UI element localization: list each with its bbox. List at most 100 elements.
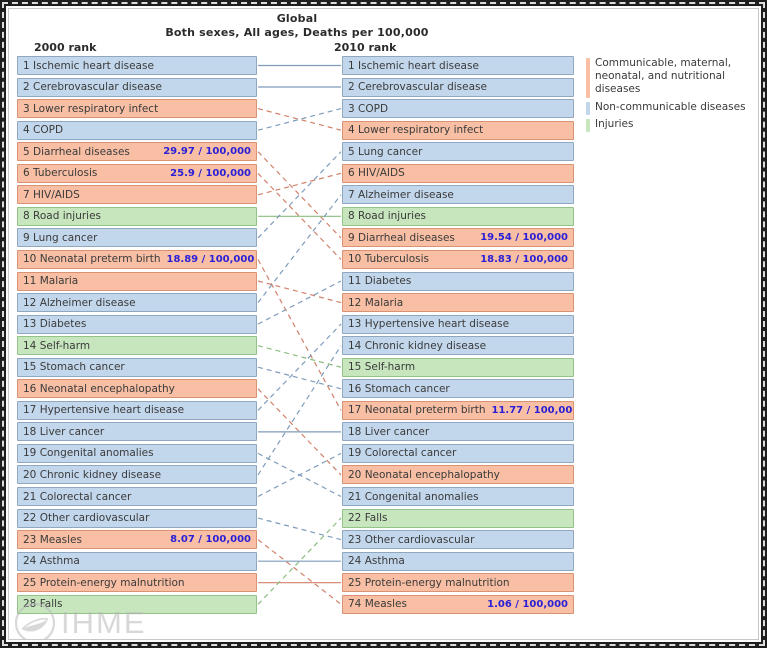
screenshot-root: Global Both sexes, All ages, Deaths per … <box>0 0 767 648</box>
rank-row-right[interactable]: 12 Malaria <box>342 293 574 313</box>
legend-label: Non-communicable diseases <box>595 101 746 113</box>
rank-row-right[interactable]: 10 Tuberculosis 18.83 / 100,000 <box>342 249 574 269</box>
rank-row-right[interactable]: 24 Asthma <box>342 551 574 571</box>
rank-row-right[interactable]: 4 Lower respiratory infect <box>342 120 574 140</box>
rank-row-left[interactable]: 14 Self-harm <box>17 336 257 356</box>
rank-row-left[interactable]: 23 Measles 8.07 / 100,000 <box>17 530 257 550</box>
rank-row-right[interactable]: 11 Diabetes <box>342 271 574 291</box>
rank-row-left[interactable]: 2 Cerebrovascular disease <box>17 77 257 97</box>
rank-row-label: 7 HIV/AIDS <box>23 188 80 201</box>
rank-link-line <box>257 280 342 325</box>
rank-row-label: 13 Hypertensive heart disease <box>348 318 510 331</box>
rank-row-label: 7 Alzheimer disease <box>348 188 454 201</box>
rank-row-left[interactable]: 5 Diarrheal diseases 29.97 / 100,000 <box>17 142 257 162</box>
rank-row-right[interactable]: 5 Lung cancer <box>342 142 574 162</box>
rank-row-left[interactable]: 18 Liver cancer <box>17 422 257 442</box>
rank-row-value: 11.77 / 100,000 <box>491 404 574 416</box>
rank-row-label: 20 Chronic kidney disease <box>23 468 162 481</box>
rank-row-right[interactable]: 22 Falls <box>342 508 574 528</box>
rank-row-right[interactable]: 17 Neonatal preterm birth 11.77 / 100,000 <box>342 400 574 420</box>
rank-row-label: 10 Tuberculosis <box>348 253 430 266</box>
rank-row-right[interactable]: 9 Diarrheal diseases 19.54 / 100,000 <box>342 228 574 248</box>
rank-row-label: 2 Cerebrovascular disease <box>23 81 162 94</box>
rank-row-right[interactable]: 21 Congenital anomalies <box>342 487 574 506</box>
rank-row-right[interactable]: 2 Cerebrovascular disease <box>342 77 574 97</box>
chart-canvas: Global Both sexes, All ages, Deaths per … <box>8 8 759 640</box>
rank-row-label: 23 Measles <box>23 533 82 546</box>
legend-item-communicable[interactable]: Communicable, maternal, neonatal, and nu… <box>586 57 758 98</box>
rank-row-left[interactable]: 1 Ischemic heart disease <box>17 56 257 75</box>
rank-row-right[interactable]: 25 Protein-energy malnutrition <box>342 573 574 593</box>
rank-row-right[interactable]: 3 COPD <box>342 99 574 119</box>
rank-row-left[interactable]: 16 Neonatal encephalopathy <box>17 379 257 399</box>
legend: Communicable, maternal, neonatal, and nu… <box>586 57 758 135</box>
rank-row-value: 1.06 / 100,000 <box>487 598 568 610</box>
legend-swatch-icon <box>586 58 590 98</box>
rank-link-line <box>257 517 342 605</box>
rank-row-right[interactable]: 8 Road injuries <box>342 206 574 226</box>
rank-link-line <box>257 388 342 476</box>
rank-row-label: 19 Colorectal cancer <box>348 447 457 460</box>
rank-link-line <box>257 151 342 239</box>
rank-row-left[interactable]: 10 Neonatal preterm birth 18.89 / 100,000 <box>17 249 257 269</box>
rank-row-label: 3 COPD <box>348 102 389 115</box>
rank-row-right[interactable]: 20 Neonatal encephalopathy <box>342 465 574 485</box>
rank-row-right[interactable]: 74 Measles 1.06 / 100,000 <box>342 594 574 614</box>
rank-row-left[interactable]: 8 Road injuries <box>17 206 257 226</box>
rank-row-right[interactable]: 16 Stomach cancer <box>342 379 574 399</box>
rank-link-line <box>257 517 342 541</box>
rank-row-left[interactable]: 7 HIV/AIDS <box>17 185 257 205</box>
rank-row-left[interactable]: 6 Tuberculosis 25.9 / 100,000 <box>17 163 257 183</box>
rank-row-label: 5 Diarrheal diseases <box>23 145 130 158</box>
page-title: Global <box>276 12 318 25</box>
rank-row-left[interactable]: 4 COPD <box>17 120 257 140</box>
rank-row-right[interactable]: 13 Hypertensive heart disease <box>342 314 574 334</box>
rank-row-value: 19.54 / 100,000 <box>480 232 568 244</box>
rank-row-left[interactable]: 13 Diabetes <box>17 314 257 334</box>
rank-row-label: 20 Neonatal encephalopathy <box>348 468 500 481</box>
rank-row-label: 14 Self-harm <box>23 339 91 352</box>
rank-row-right[interactable]: 6 HIV/AIDS <box>342 163 574 183</box>
rank-row-value: 29.97 / 100,000 <box>163 146 251 158</box>
rank-row-right[interactable]: 18 Liver cancer <box>342 422 574 442</box>
rank-row-left[interactable]: 11 Malaria <box>17 271 257 291</box>
rank-row-left[interactable]: 24 Asthma <box>17 551 257 571</box>
rank-row-label: 19 Congenital anomalies <box>23 447 154 460</box>
rank-row-label: 10 Neonatal preterm birth <box>23 253 161 266</box>
rank-row-label: 12 Malaria <box>348 296 404 309</box>
rank-row-left[interactable]: 3 Lower respiratory infect <box>17 99 257 119</box>
rank-row-label: 5 Lung cancer <box>348 145 423 158</box>
rank-row-label: 25 Protein-energy malnutrition <box>348 576 510 589</box>
rank-row-left[interactable]: 22 Other cardiovascular <box>17 508 257 528</box>
rank-row-value: 25.9 / 100,000 <box>170 167 251 179</box>
rank-row-left[interactable]: 12 Alzheimer disease <box>17 293 257 313</box>
rank-row-left[interactable]: 20 Chronic kidney disease <box>17 465 257 485</box>
rank-row-left[interactable]: 15 Stomach cancer <box>17 357 257 377</box>
rank-row-label: 1 Ischemic heart disease <box>23 59 154 72</box>
rank-row-right[interactable]: 15 Self-harm <box>342 357 574 377</box>
rank-row-left[interactable]: 21 Colorectal cancer <box>17 487 257 506</box>
rank-link-line <box>257 539 342 605</box>
rank-row-label: 13 Diabetes <box>23 318 87 331</box>
rank-row-left[interactable]: 9 Lung cancer <box>17 228 257 248</box>
rank-row-right[interactable]: 23 Other cardiovascular <box>342 530 574 550</box>
rank-row-value: 18.83 / 100,000 <box>480 253 568 265</box>
legend-item-noncommunicable[interactable]: Non-communicable diseases <box>586 101 758 115</box>
rank-row-right[interactable]: 14 Chronic kidney disease <box>342 336 574 356</box>
rank-row-label: 17 Hypertensive heart disease <box>23 404 185 417</box>
left-column-header: 2000 rank <box>34 41 97 54</box>
rank-row-label: 8 Road injuries <box>23 210 102 223</box>
legend-item-injuries[interactable]: Injuries <box>586 118 758 132</box>
rank-row-right[interactable]: 7 Alzheimer disease <box>342 185 574 205</box>
rank-row-left[interactable]: 17 Hypertensive heart disease <box>17 400 257 420</box>
rank-row-label: 22 Other cardiovascular <box>23 512 150 525</box>
ihme-watermark: IHME <box>13 601 147 639</box>
rank-row-right[interactable]: 1 Ischemic heart disease <box>342 56 574 75</box>
rank-row-label: 24 Asthma <box>23 555 80 568</box>
rank-row-label: 74 Measles <box>348 598 407 611</box>
rank-row-label: 14 Chronic kidney disease <box>348 339 487 352</box>
rank-row-left[interactable]: 19 Congenital anomalies <box>17 443 257 463</box>
rank-row-right[interactable]: 19 Colorectal cancer <box>342 443 574 463</box>
legend-label: Communicable, maternal, neonatal, and nu… <box>595 57 732 95</box>
rank-row-left[interactable]: 25 Protein-energy malnutrition <box>17 573 257 593</box>
